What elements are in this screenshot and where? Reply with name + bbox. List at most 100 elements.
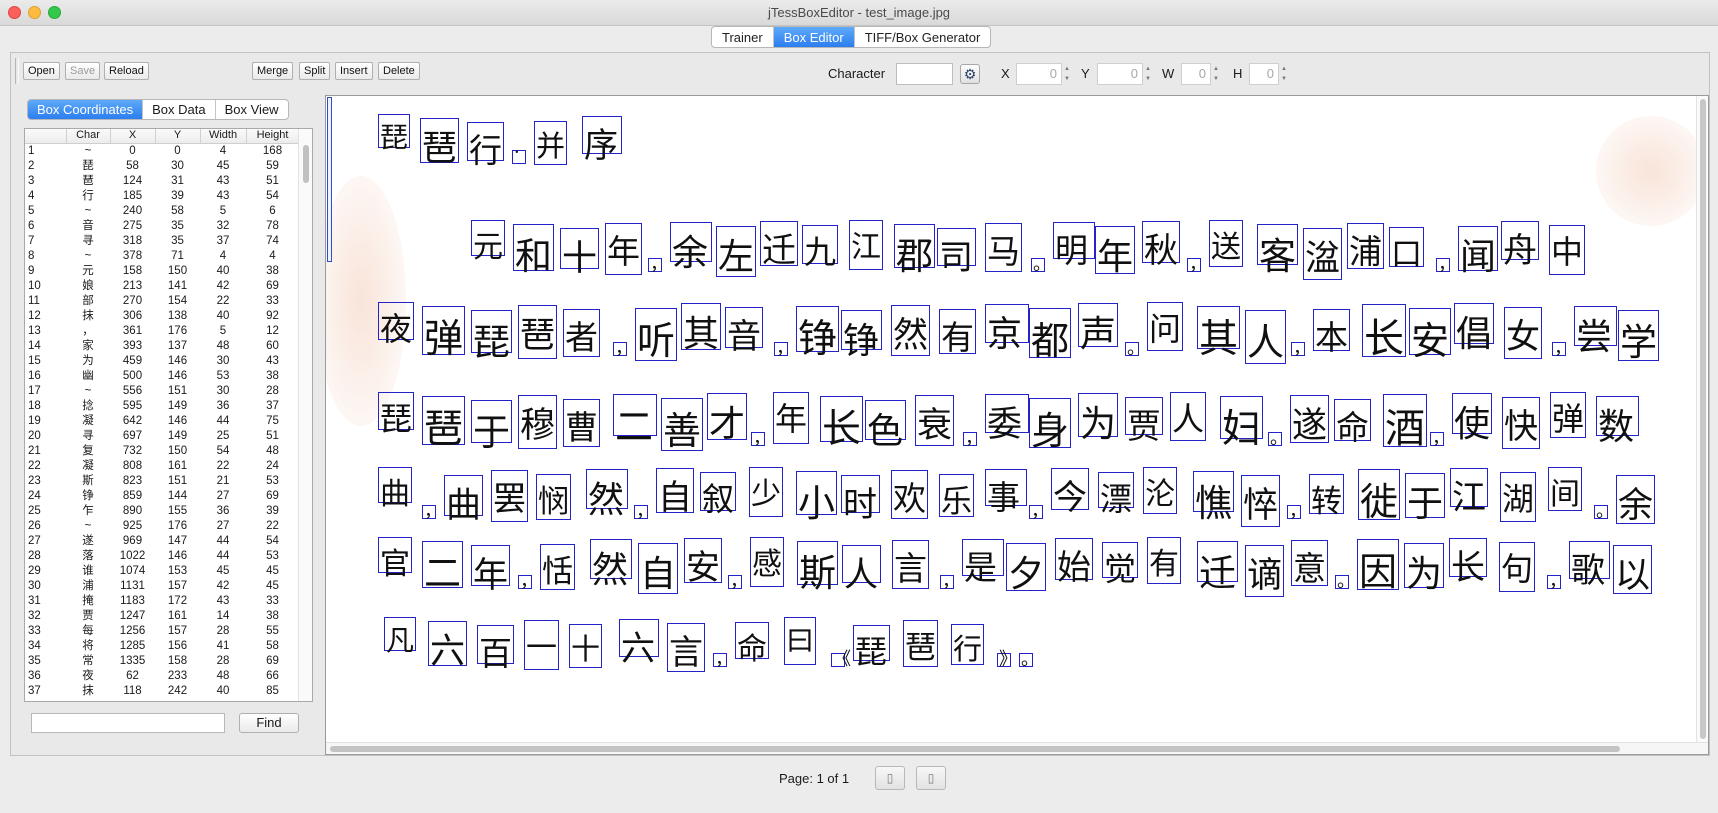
table-cell[interactable]: 823 [110,474,155,489]
table-cell[interactable]: 5 [25,203,66,219]
table-cell[interactable]: 28 [25,548,66,564]
table-cell[interactable]: 27 [200,489,246,504]
table-cell[interactable]: 33 [246,594,299,609]
table-cell[interactable]: 琵 [66,159,110,174]
table-cell[interactable]: 1183 [110,594,155,609]
table-cell[interactable]: 54 [200,444,246,459]
table-row[interactable]: 34 将 1285 156 41 58 [25,638,299,654]
h-spinner-arrows[interactable]: ▲ ▼ [1279,63,1289,85]
table-cell[interactable]: 寻 [66,234,110,249]
table-cell[interactable]: 149 [155,399,200,414]
table-cell[interactable]: 21 [200,474,246,489]
table-cell[interactable]: 将 [66,639,110,654]
table-cell[interactable]: 1 [25,143,66,159]
table-cell[interactable]: 22 [200,294,246,309]
table-cell[interactable]: 150 [155,444,200,459]
table-row[interactable]: 20 寻 697 149 25 51 [25,428,299,444]
find-input[interactable] [31,713,225,733]
table-cell[interactable]: 30 [200,354,246,369]
table-cell[interactable]: 3 [25,173,66,189]
table-cell[interactable]: 150 [155,264,200,279]
x-spinner[interactable]: 0 ▲ ▼ [1016,63,1072,85]
table-cell[interactable]: 240 [110,204,155,219]
table-cell[interactable]: 459 [110,354,155,369]
table-cell[interactable]: 17 [25,383,66,399]
w-field[interactable]: 0 [1181,63,1211,85]
table-cell[interactable]: 落 [66,549,110,564]
table-cell[interactable]: 69 [246,489,299,504]
table-cell[interactable]: 0 [155,143,200,159]
table-cell[interactable]: 45 [200,564,246,579]
table-row[interactable]: 7 寻 318 35 37 74 [25,233,299,249]
table-cell[interactable]: 抹 [66,684,110,699]
table-cell[interactable]: 58 [155,204,200,219]
table-cell[interactable]: 890 [110,504,155,519]
table-cell[interactable]: 48 [200,339,246,354]
table-cell[interactable]: 157 [155,579,200,594]
table-cell[interactable]: 78 [246,219,299,234]
table-cell[interactable]: 4 [200,249,246,264]
table-cell[interactable]: 71 [155,249,200,264]
table-cell[interactable]: 69 [246,654,299,669]
table-cell[interactable]: 4 [246,249,299,264]
table-cell[interactable]: 141 [155,279,200,294]
table-cell[interactable]: ~ [66,249,110,264]
table-cell[interactable]: 38 [246,264,299,279]
table-cell[interactable]: 抹 [66,309,110,324]
table-cell[interactable]: 60 [246,339,299,354]
h-spinner[interactable]: 0 ▲ ▼ [1249,63,1289,85]
table-cell[interactable]: 遂 [66,534,110,549]
open-button[interactable]: Open [23,62,60,80]
table-row[interactable]: 30 浦 1131 157 42 45 [25,578,299,594]
table-cell[interactable]: 51 [246,429,299,444]
table-row[interactable]: 29 谁 1074 153 45 45 [25,563,299,579]
table-cell[interactable]: 24 [246,459,299,474]
table-row[interactable]: 14 家 393 137 48 60 [25,338,299,354]
table-row[interactable]: 22 凝 808 161 22 24 [25,458,299,474]
table-cell[interactable]: 58 [110,159,155,174]
table-row[interactable]: 21 复 732 150 54 48 [25,443,299,459]
table-cell[interactable]: 贾 [66,609,110,624]
table-cell[interactable]: 44 [200,549,246,564]
table-row[interactable]: 37 抹 118 242 40 85 [25,683,299,699]
table-cell[interactable]: 44 [200,414,246,429]
table-cell[interactable]: 12 [25,308,66,324]
table-cell[interactable]: 常 [66,654,110,669]
table-cell[interactable]: 48 [200,669,246,684]
table-cell[interactable]: 642 [110,414,155,429]
table-cell[interactable]: 23 [25,473,66,489]
table-cell[interactable]: ~ [66,143,110,159]
table-cell[interactable]: 1285 [110,639,155,654]
table-scrollbar[interactable] [298,129,312,701]
table-cell[interactable]: 306 [110,309,155,324]
table-cell[interactable]: 37 [246,399,299,414]
table-cell[interactable]: 28 [200,624,246,639]
tab-trainer[interactable]: Trainer [712,27,774,47]
table-cell[interactable]: 59 [246,159,299,174]
table-cell[interactable]: 30 [200,384,246,399]
column-header[interactable] [25,129,67,144]
table-cell[interactable]: 53 [246,549,299,564]
table-cell[interactable]: 38 [246,369,299,384]
table-cell[interactable]: 154 [155,294,200,309]
table-cell[interactable]: 31 [25,593,66,609]
table-cell[interactable]: 浦 [66,579,110,594]
table-cell[interactable]: 22 [246,519,299,534]
table-cell[interactable]: 55 [246,624,299,639]
table-cell[interactable]: 家 [66,339,110,354]
table-cell[interactable]: 娘 [66,279,110,294]
table-cell[interactable]: 28 [200,654,246,669]
table-cell[interactable]: 233 [155,669,200,684]
table-cell[interactable]: 36 [200,504,246,519]
table-row[interactable]: 10 娘 213 141 42 69 [25,278,299,294]
table-cell[interactable]: 1256 [110,624,155,639]
table-cell[interactable]: 4 [200,143,246,159]
table-cell[interactable]: 35 [155,219,200,234]
table-row[interactable]: 35 常 1335 158 28 69 [25,653,299,669]
table-cell[interactable]: 158 [110,264,155,279]
table-cell[interactable]: 21 [25,443,66,459]
table-cell[interactable]: 22 [25,458,66,474]
table-row[interactable]: 16 幽 500 146 53 38 [25,368,299,384]
table-cell[interactable]: 138 [155,309,200,324]
table-cell[interactable]: 掩 [66,594,110,609]
